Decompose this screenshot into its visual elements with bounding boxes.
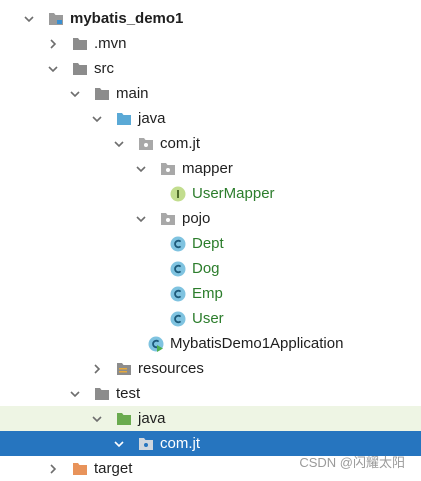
package-icon [138,136,154,152]
chevron-down-icon[interactable] [68,87,82,101]
folder-icon [94,86,110,102]
chevron-down-icon[interactable] [68,387,82,401]
class-icon [170,261,186,277]
class-icon [170,236,186,252]
class-icon [170,286,186,302]
tree-item-label: pojo [182,210,211,227]
chevron-down-icon[interactable] [134,162,148,176]
tree-item-user[interactable]: User [0,306,421,331]
spring-boot-class-icon [148,336,164,352]
chevron-right-icon[interactable] [46,462,60,476]
excluded-folder-icon [72,461,88,477]
tree-item-src[interactable]: src [0,56,421,81]
tree-item-label: .mvn [94,35,127,52]
tree-item-label: src [94,60,114,77]
chevron-down-icon[interactable] [22,12,36,26]
class-icon [170,311,186,327]
package-icon [160,211,176,227]
test-source-root-folder-icon [116,411,132,427]
resources-folder-icon [116,361,132,377]
tree-item-label: mybatis_demo1 [70,10,184,27]
source-root-folder-icon [116,111,132,127]
tree-item-label: MybatisDemo1Application [170,335,344,352]
module-folder-icon [48,11,64,27]
tree-item-main-java[interactable]: java [0,106,421,131]
tree-item-mybatis-demo1[interactable]: mybatis_demo1 [0,6,421,31]
tree-item-mvn[interactable]: .mvn [0,31,421,56]
tree-item-label: User [192,310,224,327]
tree-item-resources[interactable]: resources [0,356,421,381]
chevron-right-icon[interactable] [46,37,60,51]
tree-item-label: UserMapper [192,185,275,202]
tree-item-label: target [94,460,133,477]
tree-item-mybatisdemo1application[interactable]: MybatisDemo1Application [0,331,421,356]
tree-item-label: mapper [182,160,233,177]
chevron-down-icon[interactable] [112,137,126,151]
watermark: CSDN @闪耀太阳 [299,455,405,470]
tree-item-label: main [116,85,149,102]
tree-item-main[interactable]: main [0,81,421,106]
tree-item-emp[interactable]: Emp [0,281,421,306]
tree-item-pojo[interactable]: pojo [0,206,421,231]
tree-item-test[interactable]: test [0,381,421,406]
tree-item-dog[interactable]: Dog [0,256,421,281]
tree-item-mapper[interactable]: mapper [0,156,421,181]
tree-item-label: Dog [192,260,220,277]
tree-item-label: resources [138,360,204,377]
tree-item-usermapper[interactable]: UserMapper [0,181,421,206]
tree-item-label: test [116,385,141,402]
folder-icon [72,36,88,52]
package-icon [160,161,176,177]
tree-item-dept[interactable]: Dept [0,231,421,256]
tree-item-label: Dept [192,235,224,252]
tree-item-label: java [138,110,166,127]
chevron-down-icon[interactable] [46,62,60,76]
tree-item-label: com.jt [160,435,201,452]
chevron-down-icon[interactable] [134,212,148,226]
interface-icon [170,186,186,202]
tree-item-label: java [138,410,166,427]
tree-item-test-java[interactable]: java [0,406,421,431]
package-icon [138,436,154,452]
chevron-down-icon[interactable] [90,412,104,426]
folder-icon [94,386,110,402]
chevron-down-icon[interactable] [90,112,104,126]
tree-item-label: Emp [192,285,223,302]
chevron-right-icon[interactable] [90,362,104,376]
project-tree: mybatis_demo1 .mvn src main java com.jt … [0,0,421,479]
folder-icon [72,61,88,77]
chevron-down-icon[interactable] [112,437,126,451]
tree-item-label: com.jt [160,135,201,152]
tree-item-com-jt[interactable]: com.jt [0,131,421,156]
